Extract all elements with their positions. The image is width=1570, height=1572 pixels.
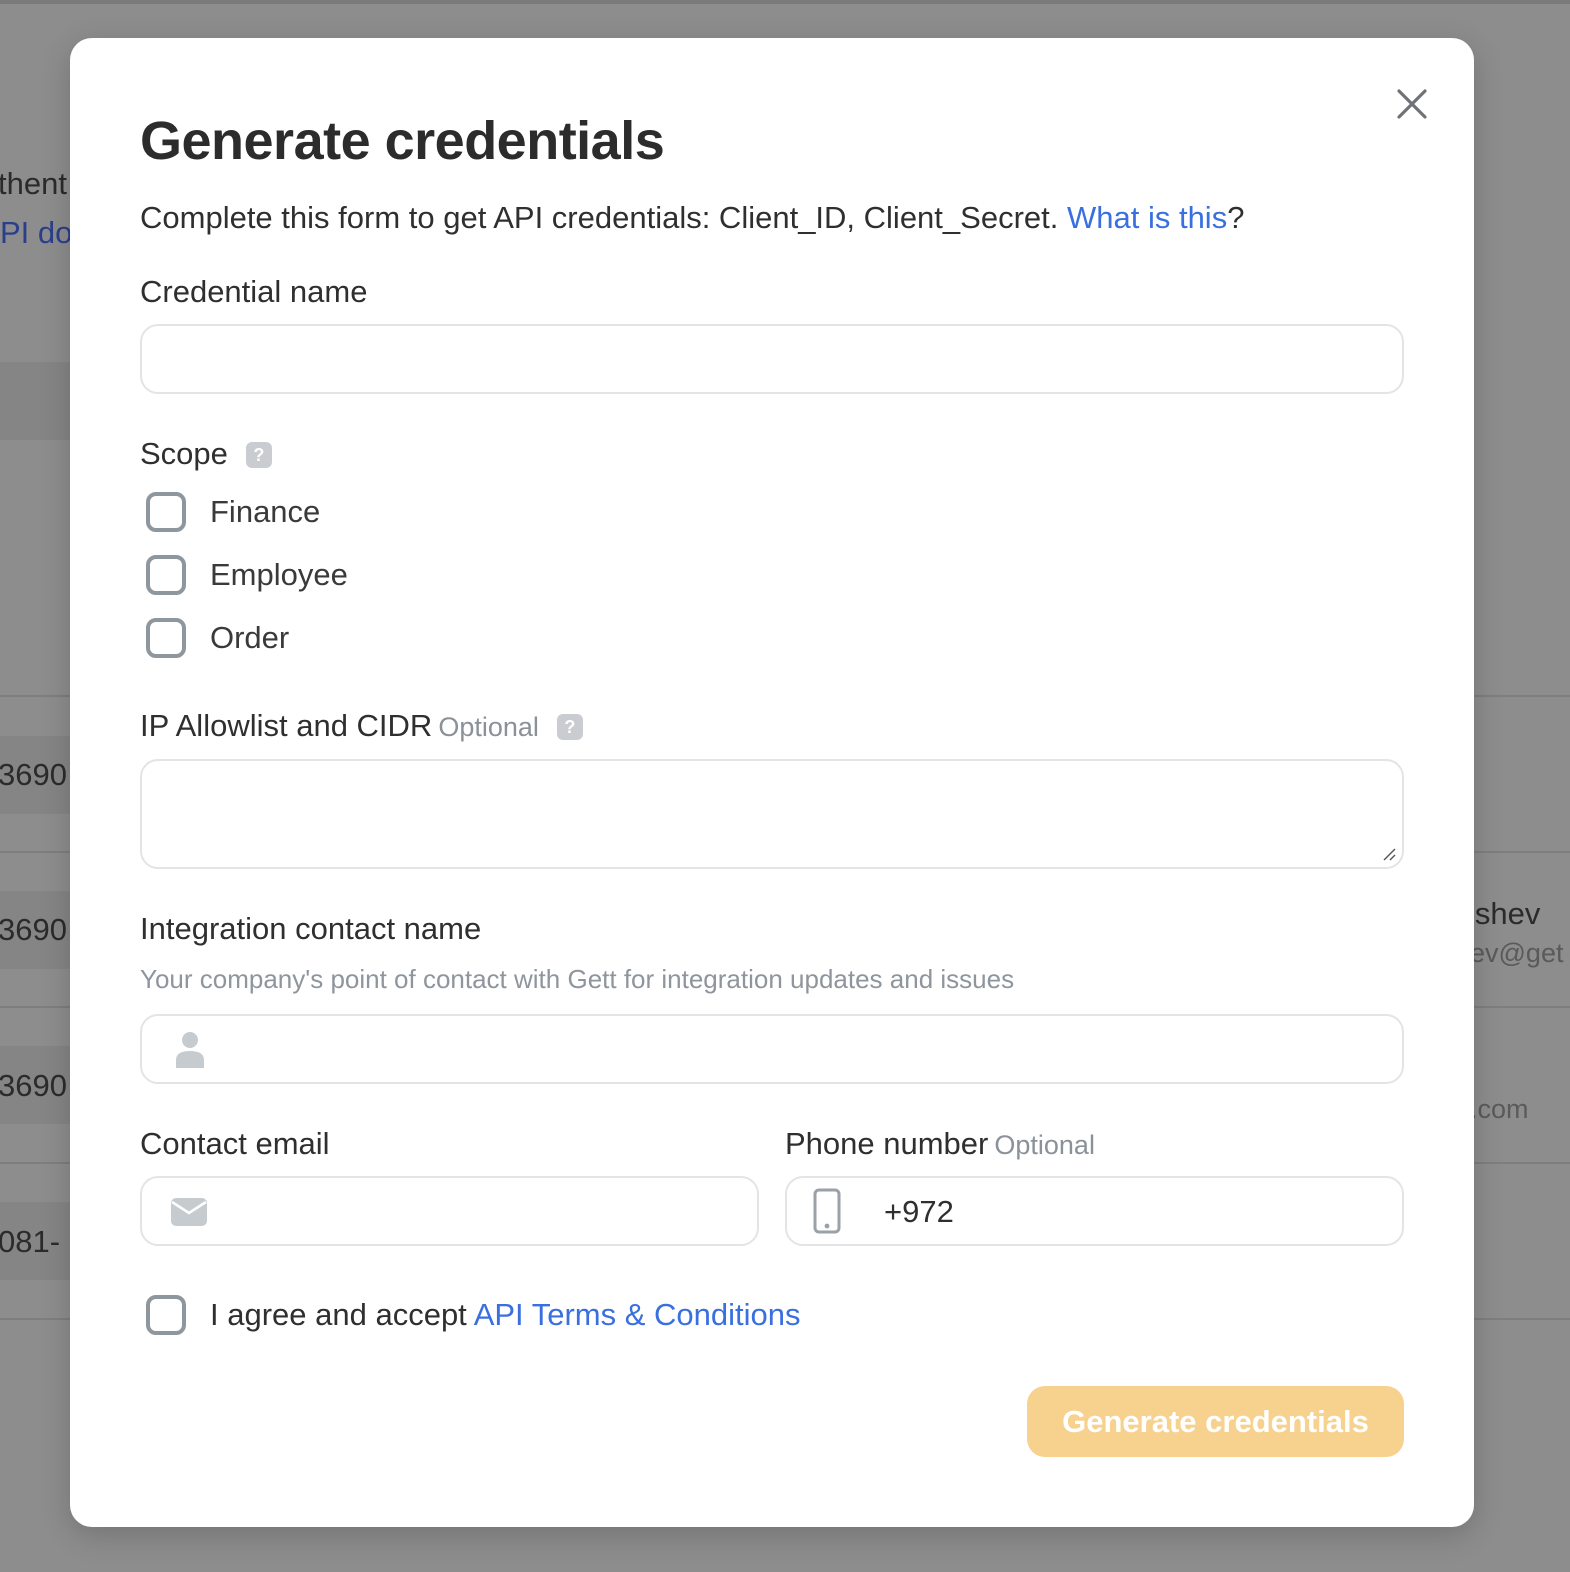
integration-contact-hint: Your company's point of contact with Get… [140,964,1015,994]
contact-email-label: Contact email [140,1126,330,1161]
phone-number-input[interactable]: +972 [785,1176,1404,1246]
resize-handle-icon[interactable] [1382,847,1396,861]
background-text: ishev [1468,896,1541,931]
finance-label: Finance [210,494,321,529]
background-link: PI do [0,215,73,250]
phone-number-label-row: Phone number Optional [785,1126,1095,1162]
ip-allowlist-textarea[interactable] [140,759,1404,869]
optional-tag: Optional [438,712,539,742]
scope-label-row: Scope? [140,436,272,472]
close-button[interactable] [1392,84,1432,124]
background-top-border [0,0,1570,4]
dialog-description: Complete this form to get API credential… [140,200,1244,236]
order-checkbox[interactable] [146,618,186,658]
background-text: thent [0,166,67,201]
phone-number-label: Phone number [785,1126,989,1161]
envelope-icon [171,1198,207,1226]
generate-credentials-button[interactable]: Generate credentials [1027,1386,1404,1457]
scope-option-order[interactable]: Order [146,618,289,658]
phone-number-value[interactable]: +972 [884,1194,954,1230]
employee-checkbox[interactable] [146,555,186,595]
terms-agreement[interactable]: I agree and accept API Terms & Condition… [146,1295,801,1335]
order-label: Order [210,620,290,655]
question-icon[interactable]: ? [556,714,583,740]
integration-contact-label: Integration contact name [140,911,482,946]
terms-label: I agree and accept API Terms & Condition… [210,1297,801,1333]
credential-name-input[interactable] [140,324,1404,394]
ip-allowlist-label: IP Allowlist and CIDR [140,708,433,743]
generate-credentials-dialog: Generate credentials Complete this form … [70,38,1474,1527]
dialog-title: Generate credentials [140,111,665,171]
employee-label: Employee [210,557,348,592]
api-terms-link[interactable]: API Terms & Conditions [474,1297,801,1332]
phone-icon [813,1188,841,1234]
what-is-this-link[interactable]: What is this [1067,200,1227,235]
ip-allowlist-label-row: IP Allowlist and CIDR Optional? [140,708,583,744]
scope-option-employee[interactable]: Employee [146,555,348,595]
optional-tag: Optional [994,1130,1095,1160]
contact-email-input[interactable] [140,1176,759,1246]
integration-contact-input[interactable] [140,1014,1404,1084]
background-text: ev@get [1470,938,1564,968]
finance-checkbox[interactable] [146,492,186,532]
scope-label: Scope [140,436,228,471]
description-text: Complete this form to get API credential… [140,200,1067,235]
background-row-highlight [0,362,72,440]
background-text: 3690 [0,912,67,947]
background-text: 081- [0,1224,61,1259]
background-text: 3690 [0,1068,67,1103]
question-icon[interactable]: ? [245,442,272,468]
scope-option-finance[interactable]: Finance [146,492,320,532]
terms-checkbox[interactable] [146,1295,186,1335]
close-icon[interactable] [1392,84,1432,124]
description-end: ? [1227,200,1245,235]
background-text: .com [1470,1094,1529,1124]
terms-text: I agree and accept [210,1297,474,1332]
background-text: 3690 [0,757,67,792]
person-icon [176,1032,204,1068]
credential-name-label: Credential name [140,274,368,309]
